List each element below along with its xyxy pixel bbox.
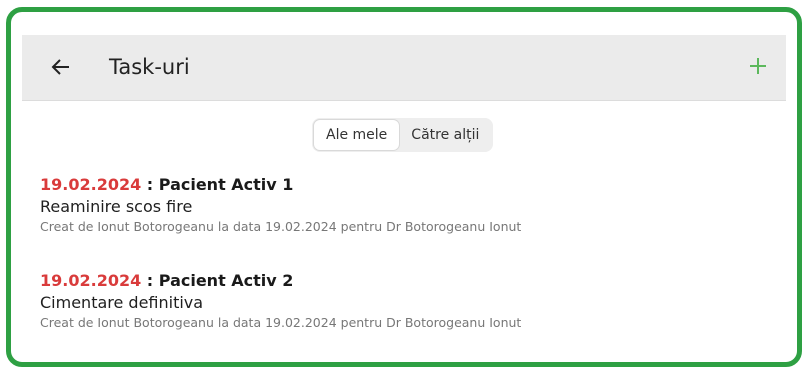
task-patient: Pacient Activ 2 [158,271,294,290]
tab-ale-mele[interactable]: Ale mele [314,120,400,150]
back-button[interactable] [45,51,77,83]
app-bar: Task-uri [22,35,786,101]
task-date: 19.02.2024 [40,271,142,290]
task-patient: Pacient Activ 1 [158,175,294,194]
list-item[interactable]: 19.02.2024 : Pacient Activ 1 Reaminire s… [40,175,760,236]
task-title: Reaminire scos fire [40,197,193,216]
task-meta: Creat de Ionut Botorogeanu la data 19.02… [40,315,522,330]
app-screen: Task-uri Ale mele Către alții 19.02.2024… [22,20,786,354]
list-item[interactable]: 19.02.2024 : Pacient Activ 2 Cimentare d… [40,271,760,332]
page-title: Task-uri [109,55,190,79]
add-task-button[interactable] [742,50,774,82]
task-filter-tabs: Ale mele Către alții [312,118,494,152]
arrow-left-icon [51,59,69,75]
task-separator: : [141,271,159,290]
task-date: 19.02.2024 [40,175,142,194]
task-title: Cimentare definitiva [40,293,204,312]
task-header: 19.02.2024 : Pacient Activ 2 [40,271,760,291]
plus-icon [750,58,766,74]
task-separator: : [141,175,159,194]
tab-catre-altii[interactable]: Către alții [399,120,491,150]
device-frame: Task-uri Ale mele Către alții 19.02.2024… [6,7,802,367]
task-header: 19.02.2024 : Pacient Activ 1 [40,175,760,195]
task-meta: Creat de Ionut Botorogeanu la data 19.02… [40,219,522,234]
